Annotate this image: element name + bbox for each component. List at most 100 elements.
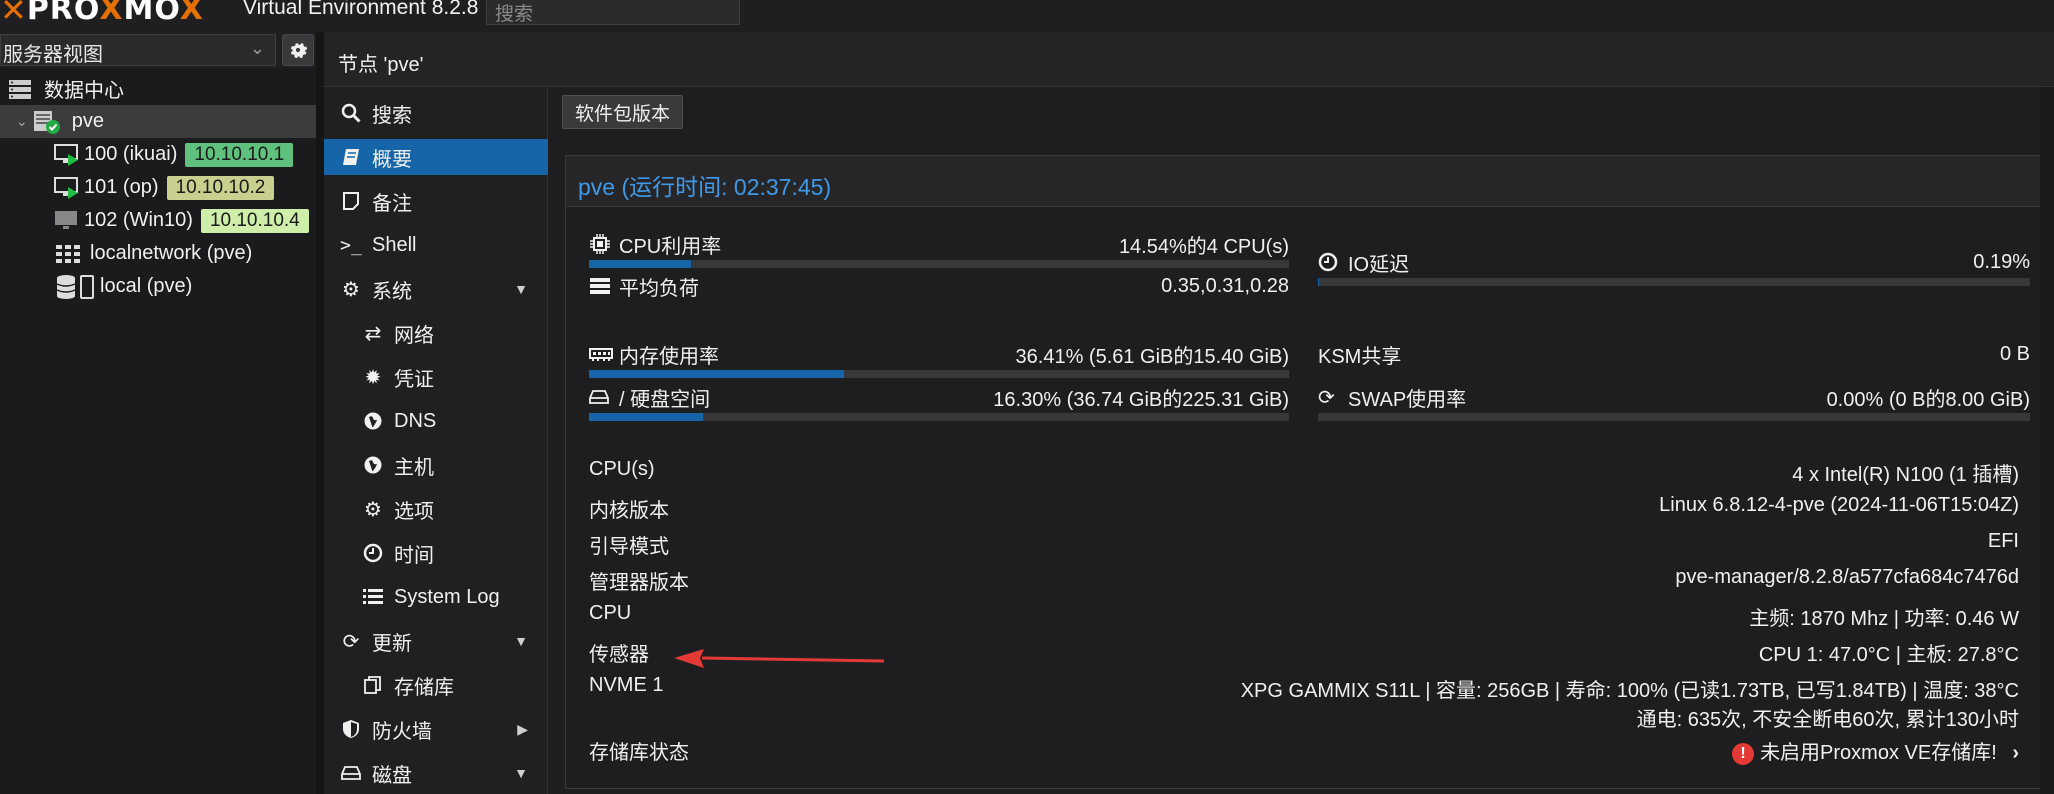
- tree-item-vm-100[interactable]: 100 (ikuai) 10.10.10.1: [0, 138, 316, 171]
- swap-usage-stat: ⟳ SWAP使用率 0.00% (0 B的8.00 GiB): [1318, 385, 2030, 425]
- caret-down-icon: ▼: [514, 281, 528, 297]
- nav-item-summary[interactable]: 概要: [324, 139, 548, 175]
- tree-item-local-storage[interactable]: local (pve): [0, 270, 316, 303]
- nav-item-shell[interactable]: >_ Shell: [324, 227, 548, 263]
- nav-item-options[interactable]: ⚙ 选项: [324, 491, 548, 527]
- cpu-usage-bar-fill: [589, 260, 691, 268]
- memory-usage-bar-fill: [589, 370, 844, 378]
- search-icon: [338, 103, 364, 123]
- nav-item-search[interactable]: 搜索: [324, 95, 548, 131]
- nav-item-certificates[interactable]: ✹ 凭证: [324, 359, 548, 395]
- search-input[interactable]: 搜索: [486, 0, 740, 25]
- cpu-usage-bar: [589, 260, 1289, 268]
- info-row-cpus: CPU(s) 4 x Intel(R) N100 (1 插槽): [589, 458, 2019, 486]
- top-header: ✕ PROXMOX Virtual Environment 8.2.8 搜索: [0, 0, 2054, 32]
- storage-icon: [56, 274, 94, 299]
- nav-item-hosts[interactable]: 主机: [324, 447, 548, 483]
- resource-tree: 数据中心 ⌄ pve 100 (ikuai) 10.10.10.1 101 (o…: [0, 72, 316, 794]
- panel-title: pve (运行时间: 02:37:45): [566, 156, 2040, 207]
- refresh-icon: ⟳: [342, 630, 360, 653]
- cogs-icon: ⚙: [342, 278, 360, 301]
- annotation-arrow: [674, 649, 884, 668]
- ip-badge: 10.10.10.2: [166, 175, 275, 200]
- ksm-sharing-value: 0 B: [1999, 342, 2030, 365]
- memory-usage-stat: 内存使用率 36.41% (5.61 GiB的15.40 GiB): [589, 342, 1289, 382]
- list-icon: [360, 588, 386, 606]
- tree-item-label: 数据中心: [44, 80, 124, 102]
- caret-right-icon: ▶: [517, 720, 528, 737]
- tree-settings-button[interactable]: [282, 34, 314, 66]
- swap-usage-value: 0.00% (0 B的8.00 GiB): [1826, 388, 2030, 411]
- server-stack-icon: [9, 79, 31, 99]
- nav-item-updates[interactable]: ⟳ 更新 ▼: [324, 623, 548, 659]
- cpu-chip-icon: [589, 233, 613, 255]
- nav-item-network[interactable]: ⇄ 网络: [324, 315, 548, 351]
- info-row-kernel: 内核版本 Linux 6.8.12-4-pve (2024-11-06T15:0…: [589, 494, 2019, 522]
- nav-item-notes[interactable]: 备注: [324, 183, 548, 219]
- product-version: Virtual Environment 8.2.8: [243, 0, 479, 19]
- ip-badge: 10.10.10.1: [185, 142, 294, 167]
- tree-item-vm-102[interactable]: 102 (Win10) 10.10.10.4: [0, 204, 316, 237]
- tree-item-vm-101[interactable]: 101 (op) 10.10.10.2: [0, 171, 316, 204]
- memory-icon: [589, 346, 613, 362]
- vertical-scrollbar[interactable]: [2040, 87, 2054, 794]
- caret-down-icon: ▼: [514, 765, 528, 781]
- nav-item-system[interactable]: ⚙ 系统 ▼: [324, 271, 548, 307]
- globe-icon: [360, 455, 386, 475]
- ip-badge: 10.10.10.4: [200, 208, 309, 233]
- tree-item-label: localnetwork (pve): [90, 242, 253, 264]
- vm-stopped-icon: [55, 210, 77, 229]
- tree-item-localnetwork[interactable]: localnetwork (pve): [0, 237, 316, 270]
- tree-item-label: pve: [71, 110, 104, 132]
- load-average-stat: 平均负荷 0.35,0.31,0.28: [589, 274, 1289, 314]
- gear-icon: ⚙: [364, 498, 382, 521]
- node-online-icon: [33, 110, 60, 134]
- nav-item-repositories[interactable]: 存储库: [324, 667, 548, 703]
- terminal-icon: >_: [340, 234, 362, 256]
- package-versions-button[interactable]: 软件包版本: [562, 95, 684, 129]
- cpu-usage-stat: CPU利用率 14.54%的4 CPU(s): [589, 232, 1289, 272]
- nav-item-time[interactable]: 时间: [324, 535, 548, 571]
- io-delay-bar: [1318, 278, 2030, 286]
- content-header: 节点 'pve': [324, 32, 2054, 87]
- tree-item-label: 101 (op): [84, 176, 159, 198]
- view-select[interactable]: 服务器视图 ⌄: [0, 34, 276, 66]
- tree-item-label: 102 (Win10): [84, 209, 193, 231]
- info-row-manager-version: 管理器版本 pve-manager/8.2.8/a577cfa684c7476d: [589, 566, 2019, 594]
- tree-item-label: local (pve): [100, 275, 193, 297]
- io-delay-value: 0.19%: [1973, 250, 2030, 273]
- nav-item-firewall[interactable]: 防火墙 ▶: [324, 711, 548, 747]
- tree-item-pve[interactable]: ⌄ pve: [0, 105, 316, 138]
- info-row-boot-mode: 引导模式 EFI: [589, 530, 2019, 558]
- info-row-nvme: NVME 1 XPG GAMMIX S11L | 容量: 256GB | 寿命:…: [589, 674, 2019, 731]
- shield-icon: [338, 719, 364, 739]
- proxmox-logo: ✕ PROXMOX: [0, 0, 204, 26]
- chevron-down-icon: ⌄: [16, 113, 28, 129]
- network-grid-icon: [56, 244, 80, 263]
- disk-usage-stat: / 硬盘空间 16.30% (36.74 GiB的225.31 GiB): [589, 385, 1289, 425]
- nav-item-dns[interactable]: DNS: [324, 403, 548, 439]
- hdd-icon: [589, 389, 613, 405]
- refresh-icon: ⟳: [1318, 386, 1335, 409]
- disk-usage-value: 16.30% (36.74 GiB的225.31 GiB): [993, 388, 1289, 411]
- swap-usage-bar: [1318, 413, 2030, 421]
- nav-item-disks[interactable]: 磁盘 ▼: [324, 755, 548, 791]
- tree-item-label: 100 (ikuai): [84, 143, 178, 165]
- hdd-icon: [338, 765, 364, 781]
- splitter[interactable]: [316, 32, 324, 794]
- server-icon: [589, 277, 613, 295]
- memory-usage-value: 36.41% (5.61 GiB的15.40 GiB): [1015, 345, 1289, 368]
- nav-item-syslog[interactable]: System Log: [324, 579, 548, 615]
- exchange-icon: ⇄: [364, 322, 382, 345]
- tree-item-datacenter[interactable]: 数据中心: [0, 72, 316, 105]
- vm-running-icon: [54, 176, 78, 199]
- cpu-usage-value: 14.54%的4 CPU(s): [1118, 235, 1289, 258]
- disk-usage-bar-fill: [589, 413, 704, 421]
- node-nav: 搜索 概要 备注 >_ Shell ⚙ 系统 ▼ ⇄ 网络 ✹ 凭证 DNS 主…: [324, 87, 548, 794]
- files-icon: [360, 675, 386, 695]
- load-average-value: 0.35,0.31,0.28: [1161, 274, 1289, 297]
- repo-status-link[interactable]: ! 未启用Proxmox VE存储库! ›: [1732, 736, 2019, 765]
- memory-usage-bar: [589, 370, 1289, 378]
- chevron-right-icon: ›: [2012, 742, 2019, 764]
- gear-icon: [290, 43, 308, 59]
